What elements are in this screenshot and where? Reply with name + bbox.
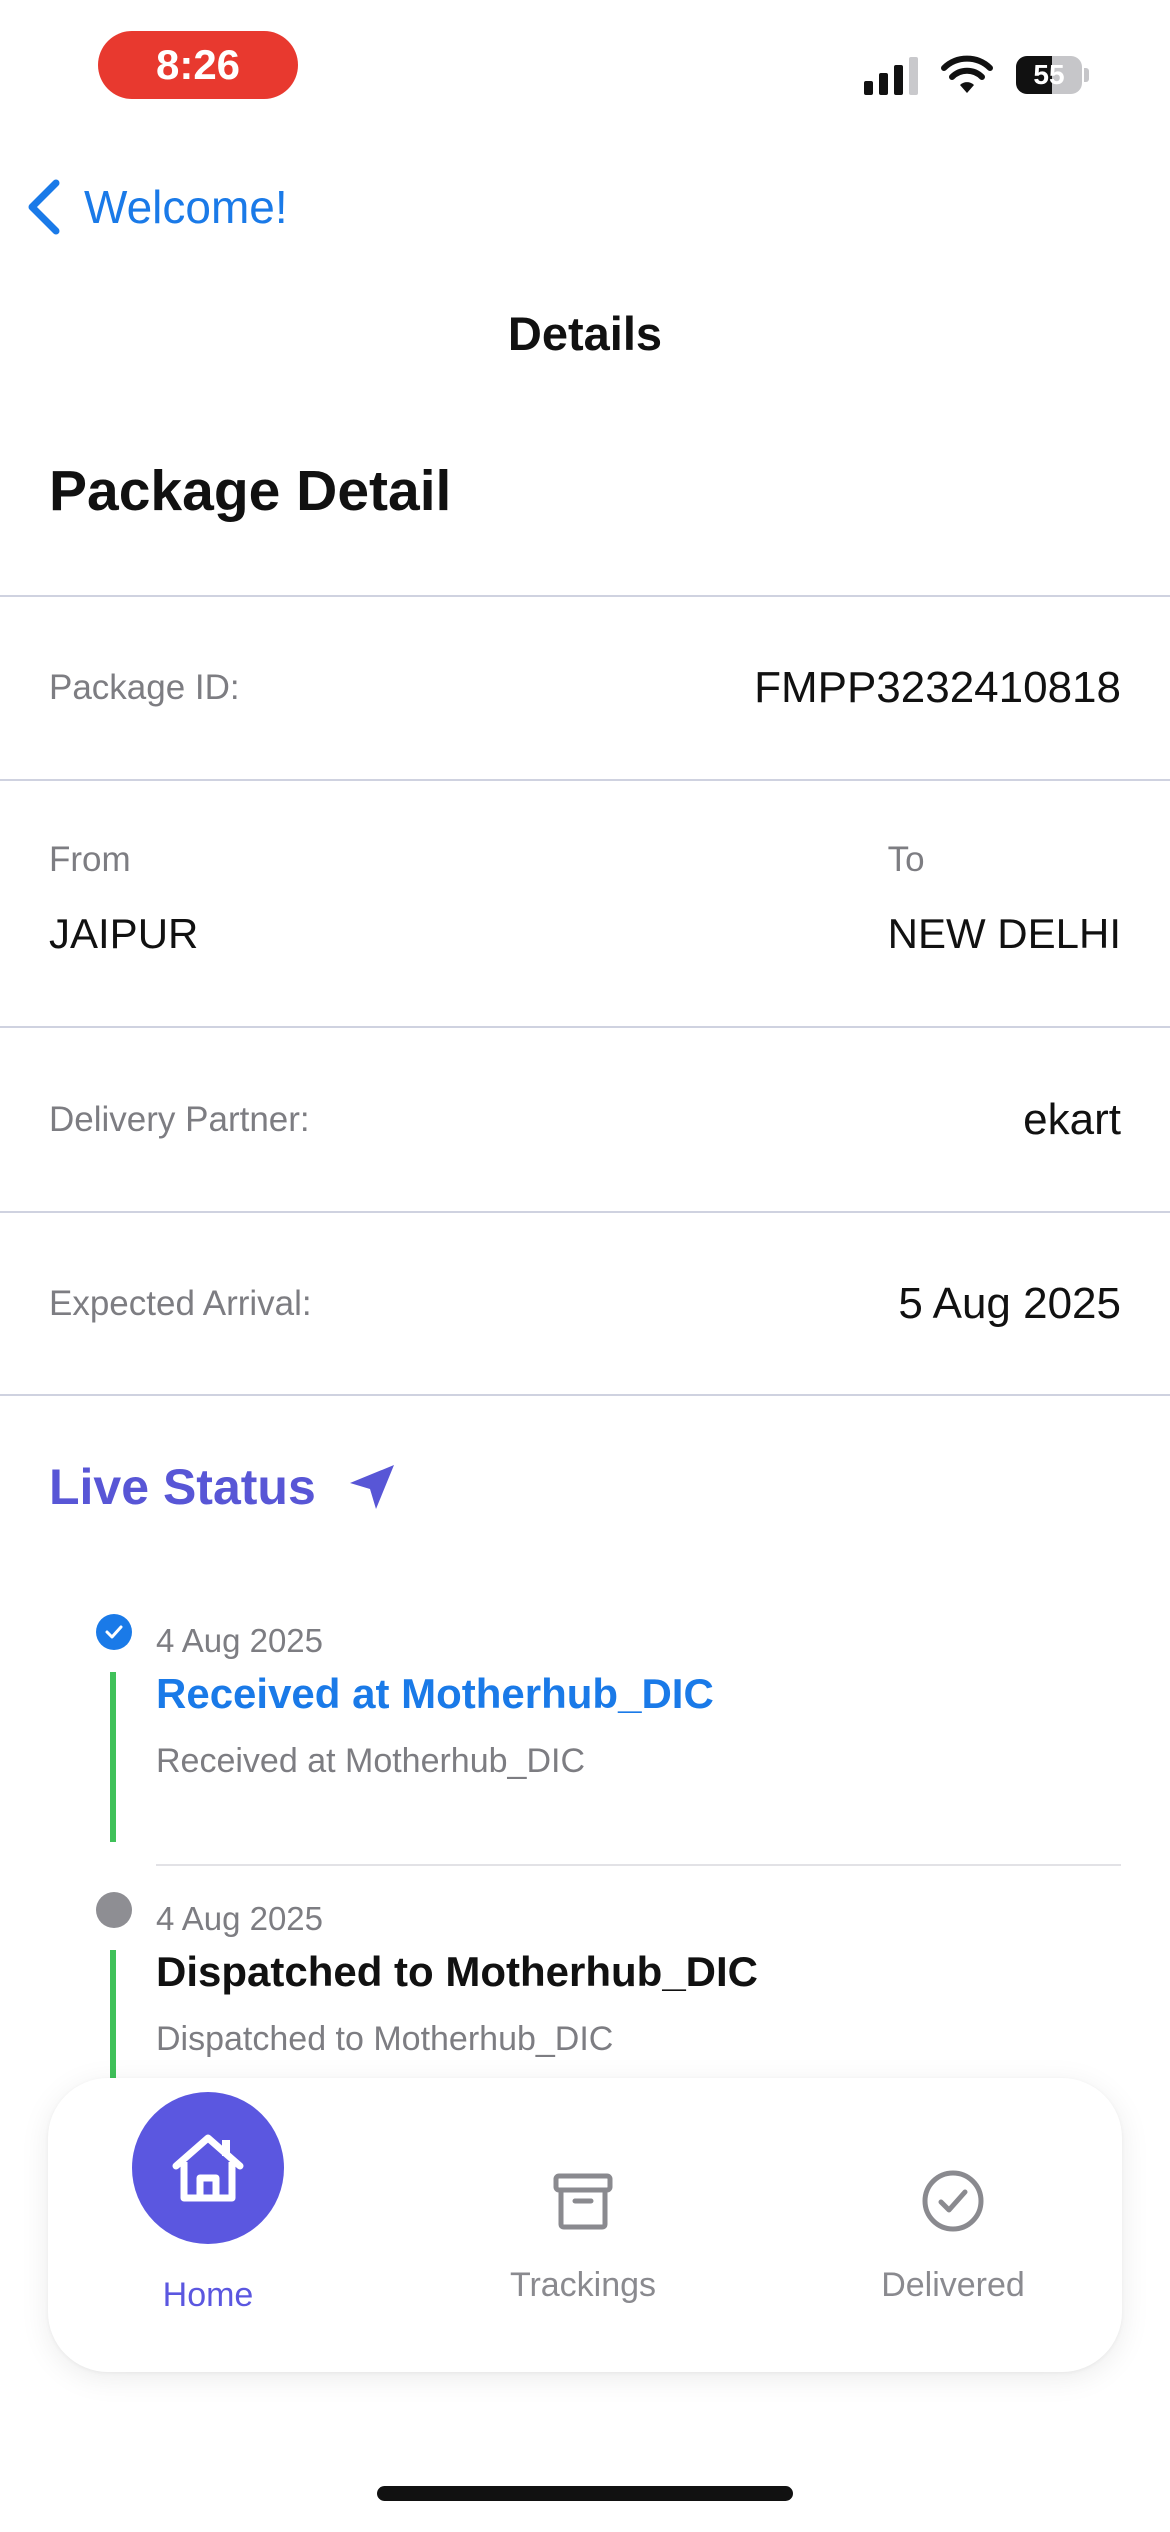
divider: [0, 779, 1170, 781]
package-id-row: Package ID: FMPP3232410818: [49, 652, 1121, 724]
home-indicator[interactable]: [377, 2486, 793, 2501]
battery-icon: 55: [1016, 56, 1090, 94]
divider: [0, 1026, 1170, 1028]
delivery-partner-label: Delivery Partner:: [49, 1100, 310, 1139]
section-title: Package Detail: [49, 459, 452, 523]
status-pending-icon: [96, 1892, 132, 1928]
delivery-partner-row: Delivery Partner: ekart: [49, 1084, 1121, 1156]
home-tab-highlight: [132, 2092, 284, 2244]
screen: 8:26 55 Welcome! Details Package Detail …: [0, 0, 1170, 2532]
timeline-title: Received at Motherhub_DIC: [156, 1670, 714, 1717]
status-done-icon: [96, 1614, 132, 1650]
live-status-heading: Live Status: [49, 1458, 398, 1516]
tab-home[interactable]: Home: [103, 2078, 313, 2372]
timeline-title: Dispatched to Motherhub_DIC: [156, 1948, 759, 1995]
divider: [0, 1394, 1170, 1396]
status-time: 8:26: [98, 31, 298, 99]
battery-level: 55: [1033, 59, 1065, 90]
tab-delivered[interactable]: Delivered: [843, 2078, 1063, 2372]
status-bar: 8:26 55: [0, 0, 1170, 140]
to-value: NEW DELHI: [887, 910, 1121, 957]
divider: [0, 1211, 1170, 1213]
expected-arrival-label: Expected Arrival:: [49, 1284, 312, 1323]
house-icon: [172, 2134, 244, 2202]
expected-arrival-value: 5 Aug 2025: [898, 1279, 1121, 1328]
timeline-description: Received at Motherhub_DIC: [156, 1742, 586, 1780]
route-from: From JAIPUR: [49, 840, 198, 958]
timeline-connector: [110, 1950, 116, 2090]
chevron-left-icon: [28, 179, 60, 235]
wifi-icon: [941, 55, 993, 93]
divider: [0, 595, 1170, 597]
tab-delivered-label: Delivered: [881, 2266, 1025, 2304]
navigation-arrow-icon: [349, 1465, 394, 1509]
timeline-item: 4 Aug 2025 Received at Motherhub_DIC Rec…: [0, 1600, 1170, 1842]
delivery-partner-value: ekart: [1023, 1095, 1121, 1144]
from-value: JAIPUR: [49, 910, 199, 957]
tab-home-label: Home: [162, 2276, 254, 2314]
timeline-description: Dispatched to Motherhub_DIC: [156, 2020, 614, 2058]
expected-arrival-row: Expected Arrival: 5 Aug 2025: [49, 1268, 1121, 1340]
back-button-label: Welcome!: [84, 181, 288, 233]
timeline-item: 4 Aug 2025 Dispatched to Motherhub_DIC D…: [0, 1878, 1170, 2090]
cellular-signal-icon: [864, 55, 918, 95]
back-button[interactable]: Welcome!: [24, 172, 288, 242]
timeline-date: 4 Aug 2025: [156, 1900, 323, 1937]
tab-trackings[interactable]: Trackings: [473, 2078, 693, 2372]
status-icons: 55: [864, 52, 1090, 98]
from-label: From: [49, 840, 131, 879]
to-label: To: [887, 840, 925, 879]
checkmark-circle-icon: [922, 2170, 984, 2232]
archive-box-icon: [553, 2173, 613, 2230]
timeline-connector: [110, 1672, 116, 1842]
package-id-value: FMPP3232410818: [754, 663, 1121, 712]
route-row: From JAIPUR To NEW DELHI: [49, 840, 1121, 958]
package-id-label: Package ID:: [49, 668, 240, 707]
nav-title: Details: [507, 307, 663, 360]
live-status-label: Live Status: [49, 1459, 316, 1515]
tab-bar: Home Trackings Delivered: [48, 2078, 1122, 2372]
timeline-separator: [156, 1864, 1121, 1866]
route-to: To NEW DELHI: [888, 840, 1121, 958]
timeline-date: 4 Aug 2025: [156, 1622, 323, 1659]
tab-trackings-label: Trackings: [509, 2266, 657, 2304]
